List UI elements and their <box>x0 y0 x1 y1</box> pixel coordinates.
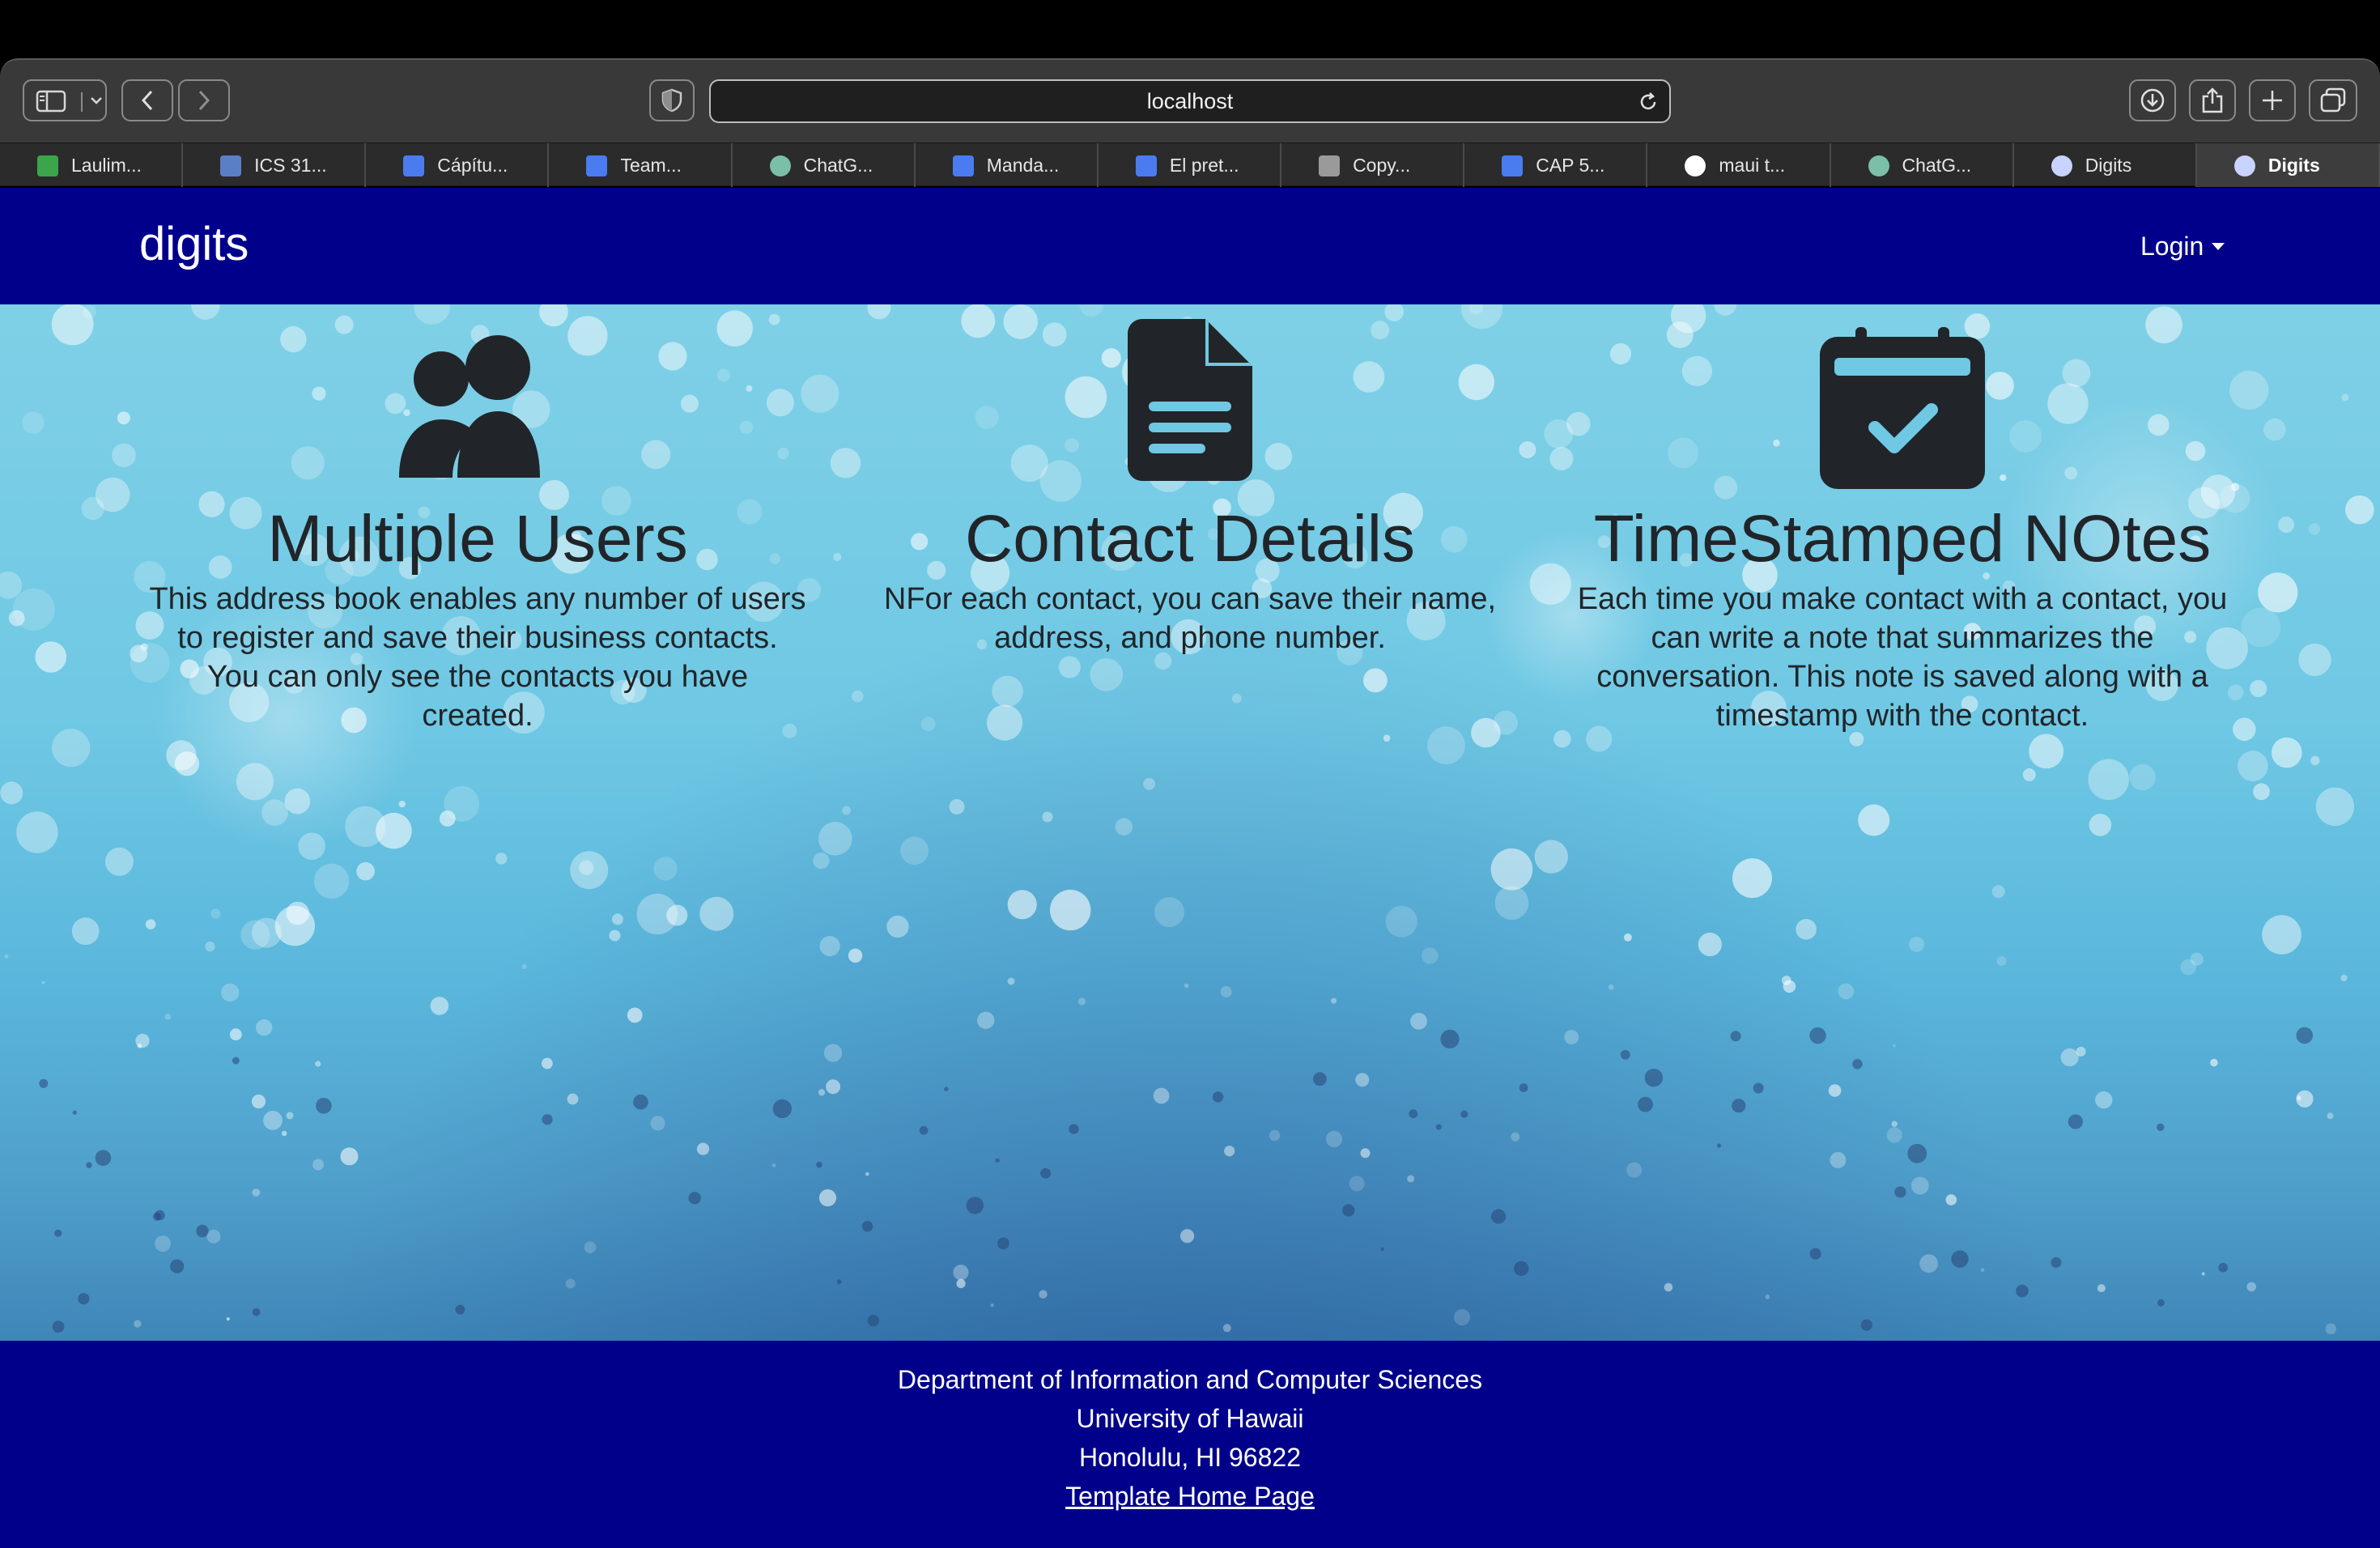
meteor-icon <box>2233 155 2255 176</box>
forward-button[interactable] <box>178 79 230 121</box>
new-tab-button[interactable] <box>2249 79 2296 121</box>
shield-icon <box>661 88 682 113</box>
tab-label: Digits <box>2267 154 2320 176</box>
feature-description: This address book enables any number of … <box>149 582 806 733</box>
browser-window: localhost Laulim... ICS 31... Cápítu... Tea… <box>0 58 2380 1548</box>
tab-bar: Laulim... ICS 31... Cápítu... Team... ChatG.… <box>0 142 2380 187</box>
tab-label: ICS 31... <box>254 154 327 176</box>
tab-label: Team... <box>620 154 682 176</box>
reload-icon[interactable] <box>1637 91 1660 113</box>
login-dropdown[interactable]: Login <box>2140 227 2225 266</box>
file-lines-icon <box>1128 319 1252 489</box>
brand-link[interactable]: digits <box>139 212 249 277</box>
footer-address: Honolulu, HI 96822 <box>1079 1443 1301 1472</box>
chevron-right-icon <box>195 88 213 113</box>
download-icon <box>2140 87 2165 113</box>
tab-overview-button[interactable] <box>2309 79 2357 121</box>
browser-tab[interactable]: maui t... <box>1647 143 1831 187</box>
share-icon <box>2200 87 2225 114</box>
sidebar-toggle-button[interactable] <box>23 79 107 121</box>
tab-label: Digits <box>2085 154 2132 176</box>
chevron-down-icon[interactable] <box>81 92 104 112</box>
footer-department: Department of Information and Computer S… <box>897 1365 1483 1394</box>
chatgpt-icon <box>769 155 791 176</box>
docs-icon <box>1135 155 1157 176</box>
navbar: digits Login <box>0 188 2380 304</box>
feature-description: Each time you make contact with a contac… <box>1577 582 2228 733</box>
browser-tab[interactable]: Team... <box>549 143 733 187</box>
sidebar-icon <box>36 90 66 113</box>
tabs-overview-icon <box>2319 87 2347 113</box>
tab-label: Cápítu... <box>437 154 508 176</box>
feature-description: NFor each contact, you can save their na… <box>883 582 1497 655</box>
chatgpt-icon <box>1868 155 1889 176</box>
tab-label: Copy... <box>1353 154 1411 176</box>
feature-title: Contact Details <box>964 502 1416 576</box>
browser-tab[interactable]: Digits <box>2196 143 2380 187</box>
browser-tab[interactable]: El pret... <box>1099 143 1282 187</box>
browser-toolbar: localhost <box>0 58 2380 142</box>
browser-tab[interactable]: Copy... <box>1281 143 1465 187</box>
browser-tab[interactable]: Cápítu... <box>366 143 550 187</box>
footer-university: University of Hawaii <box>1076 1404 1304 1433</box>
chevron-left-icon <box>138 88 156 113</box>
footer: Department of Information and Computer S… <box>0 1341 2380 1548</box>
tab-label: maui t... <box>1719 154 1786 176</box>
browser-tab[interactable]: Digits <box>2014 143 2197 187</box>
docs-icon <box>1502 155 1524 176</box>
docs-icon <box>952 155 974 176</box>
tab-label: Manda... <box>986 154 1060 176</box>
tab-label: ChatG... <box>1902 154 1972 176</box>
privacy-shield-button[interactable] <box>649 79 695 121</box>
back-button[interactable] <box>121 79 173 121</box>
tab-label: El pret... <box>1169 154 1239 176</box>
login-label: Login <box>2140 232 2204 261</box>
plus-icon <box>2260 88 2284 113</box>
users-icon <box>393 324 563 494</box>
browser-tab[interactable]: Laulim... <box>0 143 184 187</box>
google-icon <box>1685 155 1706 176</box>
leaf-icon <box>37 155 58 176</box>
browser-tab[interactable]: CAP 5... <box>1464 143 1648 187</box>
url-text: localhost <box>1146 89 1234 113</box>
feature-title: TimeStamped NOtes <box>1593 502 2212 576</box>
browser-tab[interactable]: ChatG... <box>733 143 916 187</box>
g-icon <box>1319 155 1341 176</box>
template-home-link[interactable]: Template Home Page <box>1065 1482 1315 1511</box>
meteor-icon <box>2051 155 2072 176</box>
tab-label: CAP 5... <box>1536 154 1605 176</box>
docs-icon <box>586 155 608 176</box>
browser-tab[interactable]: ICS 31... <box>183 143 367 187</box>
feature-title: Multiple Users <box>267 502 688 576</box>
browser-tab[interactable]: Manda... <box>916 143 1099 187</box>
landing-hero: Multiple Users This address book enables… <box>0 304 2380 1341</box>
share-button[interactable] <box>2189 79 2236 121</box>
system-menubar <box>0 0 2380 58</box>
address-bar[interactable]: localhost <box>709 79 1671 123</box>
web-page: digits Login Multiple Users This address… <box>0 188 2380 1548</box>
tab-label: ChatG... <box>803 154 873 176</box>
tab-label: Laulim... <box>71 154 142 176</box>
downloads-button[interactable] <box>2129 79 2176 121</box>
square-icon <box>220 155 242 176</box>
caret-down-icon <box>2212 242 2225 250</box>
browser-tab[interactable]: ChatG... <box>1831 143 2014 187</box>
calendar-check-icon <box>1820 327 1985 497</box>
docs-icon <box>403 155 425 176</box>
